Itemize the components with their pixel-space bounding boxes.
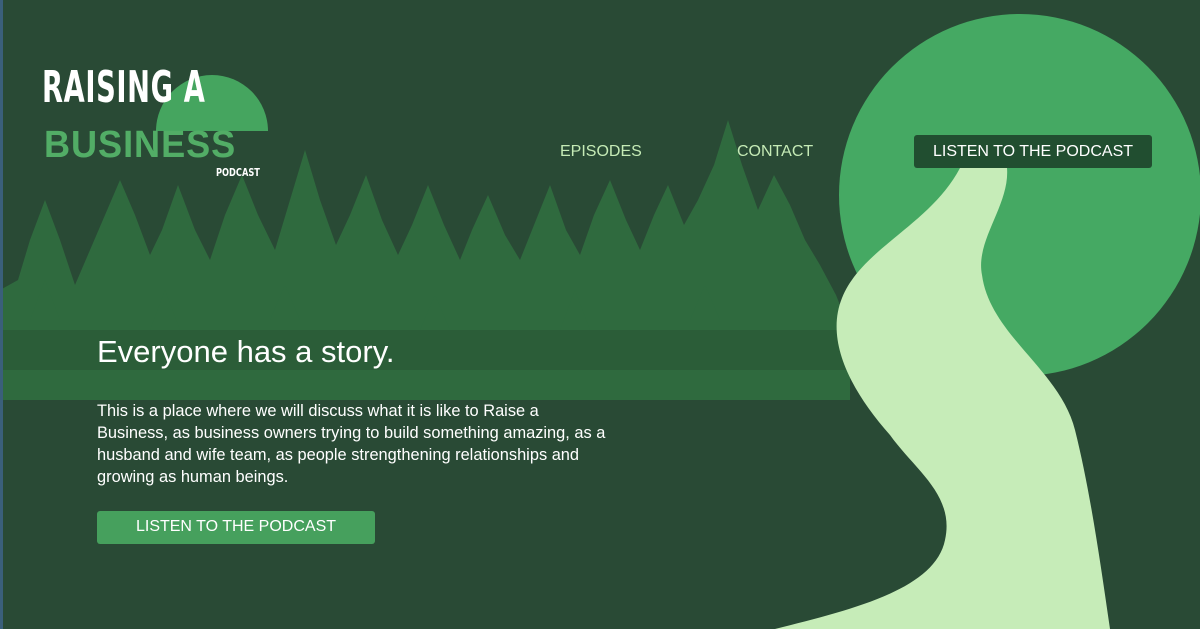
logo-tagline: PODCAST <box>216 166 260 179</box>
logo-subtitle: BUSINESS <box>44 124 237 166</box>
nav-listen-button[interactable]: LISTEN TO THE PODCAST <box>914 135 1152 168</box>
hero-description: This is a place where we will discuss wh… <box>97 402 606 486</box>
nav-contact-link[interactable]: CONTACT <box>737 141 813 163</box>
nav-episodes-link[interactable]: EPISODES <box>560 141 642 163</box>
hero-page: RAISING A BUSINESS PODCAST EPISODES CONT… <box>0 0 1200 629</box>
site-logo[interactable]: RAISING A BUSINESS PODCAST <box>40 62 270 184</box>
hero-listen-button[interactable]: LISTEN TO THE PODCAST <box>97 511 375 544</box>
logo-title: RAISING A <box>42 62 206 113</box>
hero-title: Everyone has a story. <box>97 334 395 369</box>
window-edge <box>0 0 3 629</box>
